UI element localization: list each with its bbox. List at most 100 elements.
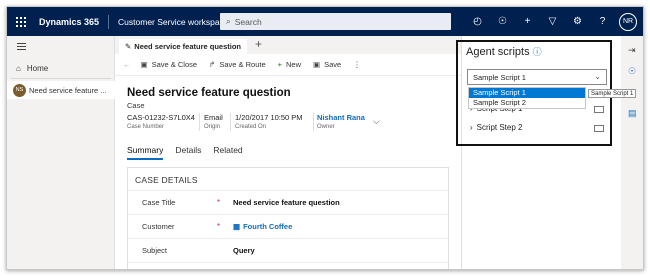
option-tooltip: Sample Script 1	[588, 89, 637, 98]
case-details-section: CASE DETAILS Case Title * Need service f…	[127, 167, 450, 269]
smart-assist-icon[interactable]: ☉	[628, 66, 636, 77]
agent-scripts-title: Agent scripts ⓘ	[466, 45, 542, 58]
tab-related[interactable]: Related	[213, 145, 242, 160]
app-launcher-icon[interactable]	[7, 7, 35, 36]
case-number-label: Case Number	[127, 124, 165, 130]
app-area-name[interactable]: Customer Service workspace	[118, 17, 229, 27]
help-icon[interactable]: ?	[590, 16, 615, 27]
record-type: Case	[127, 101, 145, 110]
step-action-icon[interactable]	[594, 125, 604, 132]
tab-details[interactable]: Details	[175, 145, 201, 160]
save-button[interactable]: ▣ Save	[313, 60, 341, 69]
subject-value[interactable]: Query	[233, 246, 255, 255]
edit-icon: ✎	[125, 42, 132, 51]
search-placeholder: Search	[234, 16, 262, 27]
script-options-list: Sample Script 1 Sample Script 2	[468, 87, 586, 109]
chevron-down-icon[interactable]: ⌵	[373, 116, 380, 127]
field-row-customer[interactable]: Customer * ▦ Fourth Coffee	[128, 214, 450, 238]
script-option[interactable]: Sample Script 2	[469, 98, 585, 108]
search-input[interactable]: ⌕ Search	[220, 13, 451, 30]
header-divider	[230, 113, 231, 131]
origin-field: Email Origin	[204, 113, 223, 130]
script-option[interactable]: Sample Script 1	[469, 88, 585, 98]
new-label: New	[286, 60, 302, 69]
plus-icon: +	[277, 60, 283, 69]
required-marker: *	[217, 221, 221, 231]
session-avatar: NS	[13, 83, 26, 97]
back-arrow-icon[interactable]: ←	[123, 60, 131, 69]
collapse-pane-icon[interactable]: ⇥	[628, 45, 636, 56]
chevron-down-icon: ⌄	[594, 72, 601, 81]
field-row-subject[interactable]: Subject Query	[128, 238, 450, 262]
add-tab-icon[interactable]: +	[255, 37, 262, 51]
case-session-label: Need service feature ...	[29, 85, 107, 95]
case-title-value[interactable]: Need service feature question	[233, 198, 340, 207]
script-step-2-label: Script Step 2	[476, 123, 523, 132]
home-icon: ⌂	[16, 63, 21, 73]
case-number-value: CAS-01232-S7L0X4	[127, 113, 195, 122]
tab-case-label: Need service feature question	[134, 42, 242, 51]
record-title: Need service feature question	[127, 87, 291, 99]
app-name[interactable]: Dynamics 365	[39, 17, 99, 27]
form-tabs: Summary Details Related	[127, 145, 243, 160]
account-icon: ▦	[233, 221, 241, 231]
script-step-2[interactable]: › Script Step 2	[470, 123, 522, 132]
settings-icon[interactable]: ⚙	[565, 16, 590, 27]
session-panel: ⌂ Home NS Need service feature ...	[7, 36, 115, 269]
created-on-field: 1/20/2017 10:50 PM Created On	[235, 113, 303, 130]
filter-icon[interactable]: ▽	[540, 16, 565, 27]
command-bar: ← ▣ Save & Close ↱ Save & Route + New ▣ …	[115, 54, 461, 76]
customer-lookup[interactable]: ▦ Fourth Coffee	[233, 222, 292, 231]
save-label: Save	[324, 60, 342, 69]
field-label: Case Title	[142, 197, 176, 207]
top-bar: Dynamics 365 Customer Service workspace …	[7, 7, 643, 36]
more-commands-icon[interactable]: ⋮	[353, 60, 361, 69]
script-select[interactable]: Sample Script 1 ⌄	[467, 69, 607, 85]
case-session[interactable]: NS Need service feature ...	[7, 81, 115, 99]
save-close-label: Save & Close	[151, 60, 198, 69]
new-button[interactable]: + New	[278, 60, 301, 69]
home-session[interactable]: ⌂ Home	[7, 60, 115, 76]
created-on-value: 1/20/2017 10:50 PM	[235, 113, 303, 122]
plus-icon[interactable]: +	[515, 16, 540, 27]
step-action-icon[interactable]	[594, 106, 604, 113]
case-number-field: CAS-01232-S7L0X4 Case Number	[127, 113, 195, 130]
required-marker: *	[217, 197, 221, 207]
save-route-label: Save & Route	[219, 60, 266, 69]
route-icon: ↱	[209, 60, 216, 69]
case-form: Need service feature question Case CAS-0…	[115, 76, 461, 269]
top-bar-actions: ◴ ☉ + ▽ ⚙ ? NR	[465, 7, 637, 36]
side-rail: ⇥ ☉ ≡ ▤	[621, 36, 643, 269]
owner-label: Owner	[317, 124, 335, 130]
field-label: Customer	[142, 221, 175, 231]
agent-scripts-title-text: Agent scripts	[466, 46, 530, 58]
nav-divider	[11, 78, 111, 79]
save-route-button[interactable]: ↱ Save & Route	[209, 60, 266, 69]
save-icon: ▣	[313, 60, 321, 69]
save-icon: ▣	[140, 60, 148, 69]
field-label: Subject	[142, 245, 168, 255]
info-icon[interactable]: ⓘ	[533, 47, 542, 57]
title-divider	[108, 14, 110, 29]
tab-summary[interactable]: Summary	[127, 145, 164, 160]
hamburger-menu-icon[interactable]	[17, 43, 26, 52]
user-avatar[interactable]: NR	[619, 12, 637, 31]
script-select-value: Sample Script 1	[473, 72, 526, 82]
chevron-right-icon: ›	[470, 123, 473, 132]
tab-case[interactable]: ✎ Need service feature question	[119, 39, 247, 54]
owner-field: Nishant Rana Owner	[317, 113, 365, 130]
header-divider	[199, 113, 200, 131]
created-on-label: Created On	[235, 124, 267, 130]
search-icon: ⌕	[226, 16, 231, 26]
owner-link[interactable]: Nishant Rana	[317, 113, 365, 122]
save-close-button[interactable]: ▣ Save & Close	[141, 60, 198, 69]
customer-value: Fourth Coffee	[243, 221, 293, 231]
home-label: Home	[26, 63, 49, 73]
origin-label: Origin	[204, 124, 221, 130]
section-title: CASE DETAILS	[135, 175, 198, 185]
field-row-case-title[interactable]: Case Title * Need service feature questi…	[128, 190, 450, 214]
tab-strip: ✎ Need service feature question +	[115, 36, 461, 54]
lightbulb-icon[interactable]: ☉	[490, 16, 515, 27]
activity-icon[interactable]: ◴	[465, 16, 490, 27]
knowledge-icon[interactable]: ▤	[628, 108, 637, 119]
